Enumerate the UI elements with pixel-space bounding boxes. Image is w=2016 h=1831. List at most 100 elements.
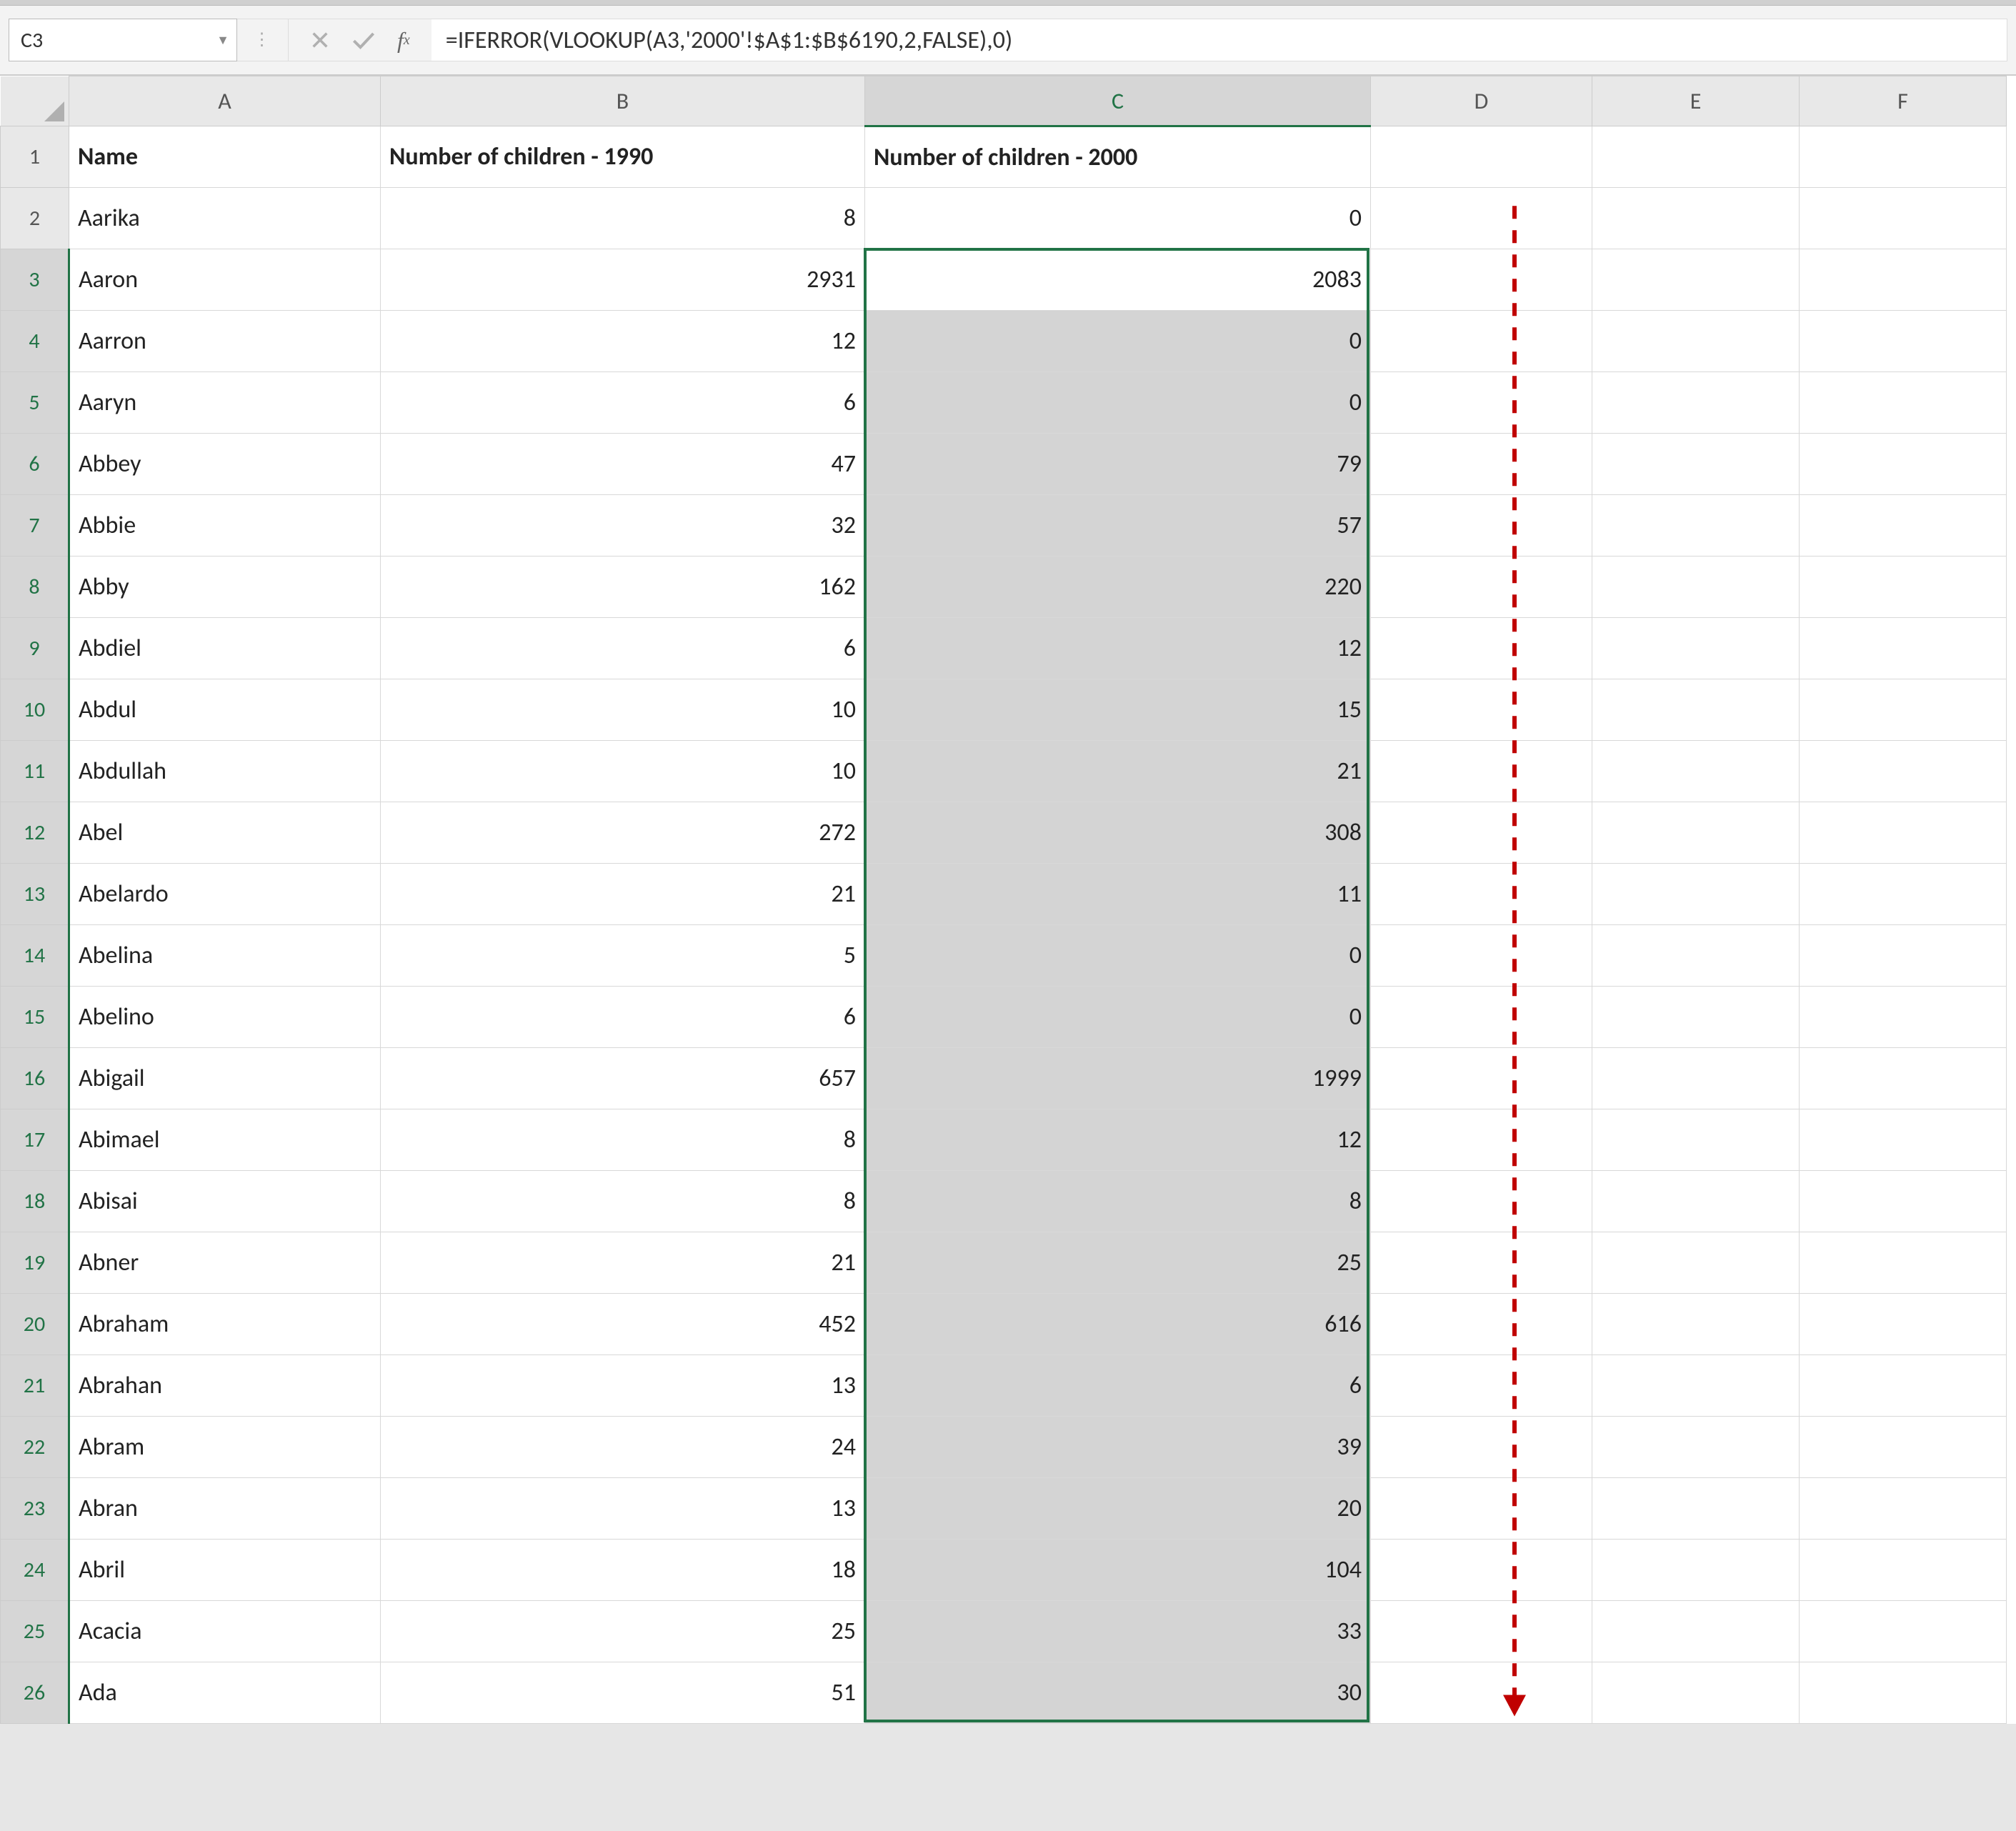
cell-F5[interactable]: [1800, 372, 2007, 434]
cell-E19[interactable]: [1592, 1232, 1800, 1294]
cell-A9[interactable]: Abdiel: [69, 618, 381, 679]
cell-E25[interactable]: [1592, 1601, 1800, 1662]
cell-B12[interactable]: 272: [381, 802, 865, 864]
cell-C9[interactable]: 12: [865, 618, 1371, 679]
cell-E12[interactable]: [1592, 802, 1800, 864]
row-header-22[interactable]: 22: [1, 1417, 69, 1478]
cell-A5[interactable]: Aaryn: [69, 372, 381, 434]
cell-C11[interactable]: 21: [865, 741, 1371, 802]
cell-B23[interactable]: 13: [381, 1478, 865, 1540]
cell-E6[interactable]: [1592, 434, 1800, 495]
cell-A11[interactable]: Abdullah: [69, 741, 381, 802]
cell-F14[interactable]: [1800, 925, 2007, 987]
cell-E13[interactable]: [1592, 864, 1800, 925]
row-header-11[interactable]: 11: [1, 741, 69, 802]
cell-D2[interactable]: [1371, 188, 1592, 249]
cell-E26[interactable]: [1592, 1662, 1800, 1724]
cell-D25[interactable]: [1371, 1601, 1592, 1662]
cell-B6[interactable]: 47: [381, 434, 865, 495]
cell-C26[interactable]: 30: [865, 1662, 1371, 1724]
cell-B19[interactable]: 21: [381, 1232, 865, 1294]
cell-C24[interactable]: 104: [865, 1540, 1371, 1601]
cell-E14[interactable]: [1592, 925, 1800, 987]
fx-icon[interactable]: fx: [397, 27, 410, 54]
cell-C17[interactable]: 12: [865, 1109, 1371, 1171]
cell-F9[interactable]: [1800, 618, 2007, 679]
cell-C1[interactable]: Number of children - 2000: [865, 126, 1371, 188]
cell-A25[interactable]: Acacia: [69, 1601, 381, 1662]
cell-E5[interactable]: [1592, 372, 1800, 434]
row-header-3[interactable]: 3: [1, 249, 69, 311]
cell-E21[interactable]: [1592, 1355, 1800, 1417]
cell-C20[interactable]: 616: [865, 1294, 1371, 1355]
row-header-6[interactable]: 6: [1, 434, 69, 495]
cell-B3[interactable]: 2931: [381, 249, 865, 311]
cell-E17[interactable]: [1592, 1109, 1800, 1171]
col-header-E[interactable]: E: [1592, 76, 1800, 126]
cell-C4[interactable]: 0: [865, 311, 1371, 372]
cell-C15[interactable]: 0: [865, 987, 1371, 1048]
cell-A15[interactable]: Abelino: [69, 987, 381, 1048]
cell-A19[interactable]: Abner: [69, 1232, 381, 1294]
row-header-21[interactable]: 21: [1, 1355, 69, 1417]
spreadsheet-grid[interactable]: ABCDEF 1NameNumber of children - 1990Num…: [0, 76, 2016, 1724]
cell-A10[interactable]: Abdul: [69, 679, 381, 741]
cell-C6[interactable]: 79: [865, 434, 1371, 495]
cell-D19[interactable]: [1371, 1232, 1592, 1294]
cell-F12[interactable]: [1800, 802, 2007, 864]
cell-E7[interactable]: [1592, 495, 1800, 557]
cell-C5[interactable]: 0: [865, 372, 1371, 434]
cell-B4[interactable]: 12: [381, 311, 865, 372]
col-header-B[interactable]: B: [381, 76, 865, 126]
cell-C16[interactable]: 1999: [865, 1048, 1371, 1109]
cell-E8[interactable]: [1592, 557, 1800, 618]
cell-F4[interactable]: [1800, 311, 2007, 372]
cell-F1[interactable]: [1800, 126, 2007, 188]
cell-B22[interactable]: 24: [381, 1417, 865, 1478]
cell-A21[interactable]: Abrahan: [69, 1355, 381, 1417]
row-header-4[interactable]: 4: [1, 311, 69, 372]
cell-E16[interactable]: [1592, 1048, 1800, 1109]
cell-F8[interactable]: [1800, 557, 2007, 618]
cell-D3[interactable]: [1371, 249, 1592, 311]
cell-D13[interactable]: [1371, 864, 1592, 925]
cell-F23[interactable]: [1800, 1478, 2007, 1540]
cell-A26[interactable]: Ada: [69, 1662, 381, 1724]
row-header-19[interactable]: 19: [1, 1232, 69, 1294]
row-header-13[interactable]: 13: [1, 864, 69, 925]
cell-B5[interactable]: 6: [381, 372, 865, 434]
cell-F24[interactable]: [1800, 1540, 2007, 1601]
cell-E24[interactable]: [1592, 1540, 1800, 1601]
cell-D22[interactable]: [1371, 1417, 1592, 1478]
cell-A16[interactable]: Abigail: [69, 1048, 381, 1109]
cell-B18[interactable]: 8: [381, 1171, 865, 1232]
row-header-17[interactable]: 17: [1, 1109, 69, 1171]
cell-B15[interactable]: 6: [381, 987, 865, 1048]
row-header-23[interactable]: 23: [1, 1478, 69, 1540]
cell-B11[interactable]: 10: [381, 741, 865, 802]
cell-D11[interactable]: [1371, 741, 1592, 802]
cell-F6[interactable]: [1800, 434, 2007, 495]
cell-A17[interactable]: Abimael: [69, 1109, 381, 1171]
cell-F3[interactable]: [1800, 249, 2007, 311]
cell-F15[interactable]: [1800, 987, 2007, 1048]
cell-A2[interactable]: Aarika: [69, 188, 381, 249]
col-header-D[interactable]: D: [1371, 76, 1592, 126]
cell-E1[interactable]: [1592, 126, 1800, 188]
cell-D15[interactable]: [1371, 987, 1592, 1048]
row-header-9[interactable]: 9: [1, 618, 69, 679]
cell-B8[interactable]: 162: [381, 557, 865, 618]
cell-A4[interactable]: Aarron: [69, 311, 381, 372]
cell-C25[interactable]: 33: [865, 1601, 1371, 1662]
name-box-dropdown-icon[interactable]: ▼: [216, 32, 229, 48]
cell-D16[interactable]: [1371, 1048, 1592, 1109]
name-box[interactable]: C3 ▼: [9, 19, 237, 61]
cell-A13[interactable]: Abelardo: [69, 864, 381, 925]
cell-C3[interactable]: 2083: [865, 249, 1371, 311]
cell-F10[interactable]: [1800, 679, 2007, 741]
cell-C8[interactable]: 220: [865, 557, 1371, 618]
cell-E20[interactable]: [1592, 1294, 1800, 1355]
cell-B20[interactable]: 452: [381, 1294, 865, 1355]
row-header-8[interactable]: 8: [1, 557, 69, 618]
cell-C12[interactable]: 308: [865, 802, 1371, 864]
